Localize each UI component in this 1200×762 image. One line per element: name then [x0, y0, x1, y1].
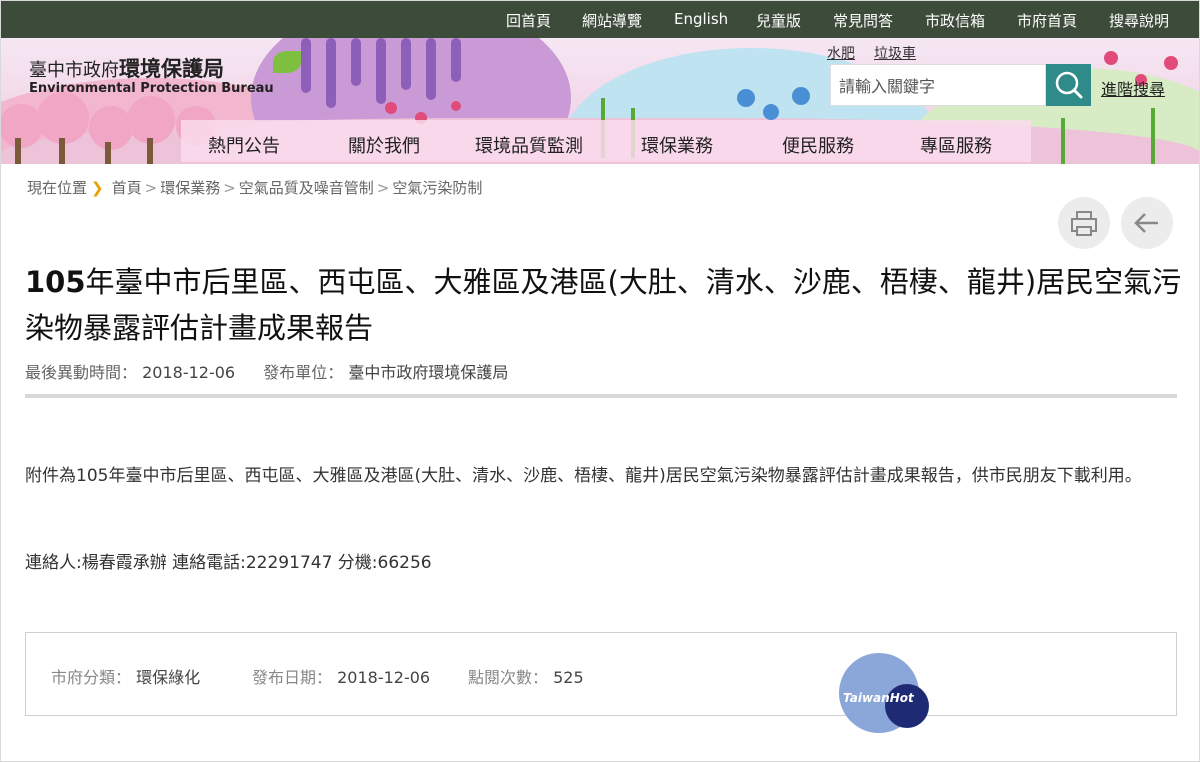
nav-item-business[interactable]: 環保業務: [641, 132, 713, 158]
topbar-link-home[interactable]: 回首頁: [506, 10, 551, 31]
topbar-link-sitemap[interactable]: 網站導覽: [582, 10, 642, 31]
category-value: 環保綠化: [136, 668, 201, 687]
nav-item-services[interactable]: 便民服務: [782, 132, 854, 158]
topbar-link-kids[interactable]: 兒童版: [756, 10, 801, 31]
date-label: 發布日期：: [252, 668, 333, 687]
unit-value: 臺中市政府環境保護局: [348, 363, 509, 382]
updated-label: 最後異動時間：: [25, 363, 138, 382]
breadcrumb-item-business[interactable]: 環保業務: [160, 179, 220, 197]
site-logo[interactable]: 臺中市政府環境保護局: [29, 53, 224, 83]
info-views: 點閱次數： 525: [468, 664, 584, 688]
back-button[interactable]: [1121, 197, 1173, 249]
topbar-link-english[interactable]: English: [674, 10, 728, 28]
breadcrumb: 現在位置 ❯ 首頁 > 環保業務 > 空氣品質及噪音管制 > 空氣污染防制: [27, 179, 483, 197]
page-frame: 回首頁 網站導覽 English 兒童版 常見問答 市政信箱 市府首頁 搜尋說明: [0, 0, 1200, 762]
topbar-link-city-home[interactable]: 市府首頁: [1017, 10, 1077, 31]
print-icon: [1071, 211, 1097, 236]
search-input[interactable]: [837, 65, 1041, 107]
advanced-search-link[interactable]: 進階搜尋: [1101, 76, 1165, 100]
chevron-right-icon: ❯: [91, 179, 104, 197]
logo-cn-prefix: 臺中市政府: [29, 60, 119, 81]
info-category: 市府分類： 環保綠化: [51, 664, 200, 688]
nav-item-monitoring[interactable]: 環境品質監測: [475, 132, 583, 158]
updated-value: 2018-12-06: [142, 363, 236, 382]
nav-item-special[interactable]: 專區服務: [920, 132, 992, 158]
views-label: 點閱次數：: [468, 668, 549, 687]
breadcrumb-item-air-pollution[interactable]: 空氣污染防制: [392, 179, 482, 197]
page-title-year: 105: [25, 265, 86, 299]
breadcrumb-label: 現在位置: [27, 179, 88, 197]
nav-item-announcements[interactable]: 熱門公告: [208, 132, 280, 158]
logo-cn-main: 環境保護局: [119, 57, 224, 81]
info-date: 發布日期： 2018-12-06: [252, 664, 430, 688]
category-label: 市府分類：: [51, 668, 132, 687]
article-meta: 最後異動時間： 2018-12-06 發布單位： 臺中市政府環境保護局: [25, 359, 508, 383]
title-divider: [25, 394, 1177, 398]
date-value: 2018-12-06: [337, 668, 431, 687]
main-nav: [181, 120, 1031, 162]
leaf-icon: [273, 51, 301, 73]
search-icon: [1055, 71, 1083, 99]
page-title: 105年臺中市后里區、西屯區、大雅區及港區(大肚、清水、沙鹿、梧棲、龍井)居民空…: [25, 259, 1185, 351]
article-contact: 連絡人:楊春霞承辦 連絡電話:22291747 分機:66256: [25, 553, 432, 573]
breadcrumb-item-air-noise[interactable]: 空氣品質及噪音管制: [239, 179, 374, 197]
quick-link-septic[interactable]: 水肥: [827, 43, 855, 63]
nav-item-about[interactable]: 關於我們: [348, 132, 420, 158]
topbar-link-mailbox[interactable]: 市政信箱: [925, 10, 985, 31]
top-utility-bar: 回首頁 網站導覽 English 兒童版 常見問答 市政信箱 市府首頁 搜尋說明: [1, 1, 1199, 38]
unit-label: 發布單位：: [263, 363, 344, 382]
article-body: 附件為105年臺中市后里區、西屯區、大雅區及港區(大肚、清水、沙鹿、梧棲、龍井)…: [25, 466, 1142, 486]
search-button[interactable]: [1046, 64, 1091, 106]
print-button[interactable]: [1058, 197, 1110, 249]
views-value: 525: [553, 668, 584, 687]
topbar-link-faq[interactable]: 常見問答: [833, 10, 893, 31]
logo-en: Environmental Protection Bureau: [29, 81, 274, 96]
quick-link-garbage-truck[interactable]: 垃圾車: [874, 43, 916, 63]
watermark-text: TaiwanHot: [843, 691, 914, 705]
back-arrow-icon: [1134, 213, 1158, 233]
breadcrumb-item-home[interactable]: 首頁: [112, 179, 142, 197]
page-title-text: 年臺中市后里區、西屯區、大雅區及港區(大肚、清水、沙鹿、梧棲、龍井)居民空氣污染…: [25, 265, 1182, 345]
topbar-link-search-help[interactable]: 搜尋說明: [1109, 10, 1169, 31]
